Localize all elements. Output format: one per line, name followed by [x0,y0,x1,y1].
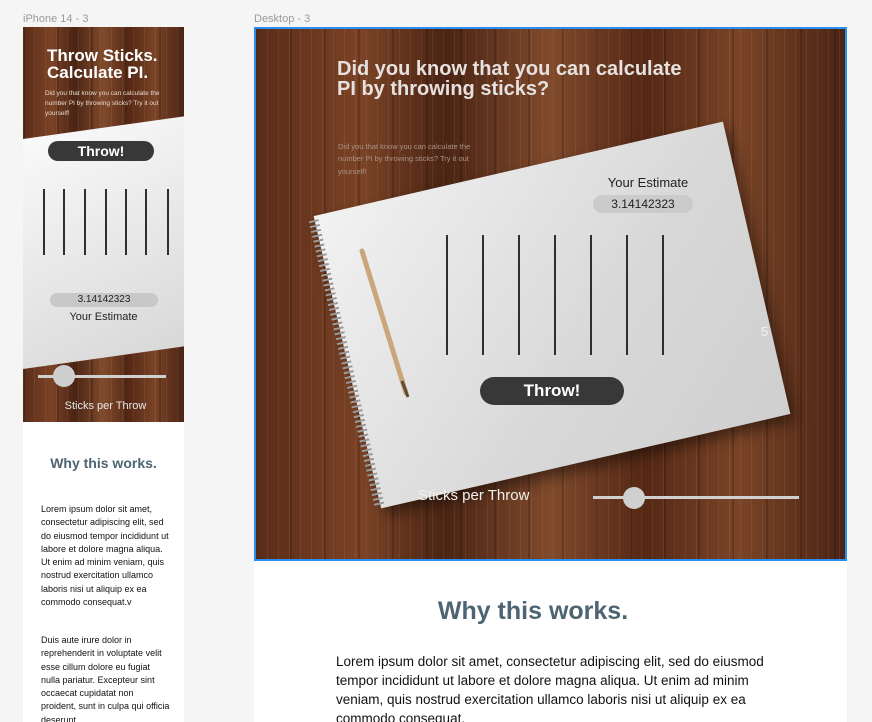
stick [145,189,147,255]
sticks-count: 5 [761,324,769,339]
desktop-frame: Did you know that you can calculate PI b… [254,27,847,722]
desktop-subtitle: Did you that know you can calculate the … [338,142,471,176]
desktop-title: Did you know that you can calculate PI b… [337,58,682,100]
phone-hero: Throw Sticks. Calculate PI. Did you that… [23,27,184,422]
stick [626,235,628,355]
phone-slider-knob[interactable] [53,365,75,387]
stick [554,235,556,355]
desktop-estimate-label: Your Estimate [607,175,689,190]
stick [125,189,127,255]
pencil-icon [359,248,410,398]
desktop-slider-label: Sticks per Throw [418,487,530,504]
stick [167,189,169,255]
stick [63,189,65,255]
stick [105,189,107,255]
phone-frame: Throw Sticks. Calculate PI. Did you that… [23,27,184,722]
phone-paragraph-2: Duis aute irure dolor in reprehenderit i… [41,635,170,722]
phone-frame-label: iPhone 14 - 3 [23,13,89,25]
phone-subtitle: Did you that know you can calculate the … [45,90,160,117]
stick [446,235,448,355]
stick [518,235,520,355]
desktop-throw-button[interactable]: Throw! [480,377,624,405]
phone-estimate-value: 3.14142323 [50,293,158,307]
desktop-estimate-value: 3.14142323 [593,195,693,213]
stick [662,235,664,355]
desktop-frame-label: Desktop - 3 [254,13,311,25]
stick [84,189,86,255]
desktop-hero: Did you know that you can calculate PI b… [254,27,847,561]
stick [590,235,592,355]
phone-why-title: Why this works. [50,455,157,471]
phone-estimate-label: Your Estimate [69,311,138,323]
phone-throw-button[interactable]: Throw! [48,141,154,161]
phone-title: Throw Sticks. Calculate PI. [47,46,158,82]
stick [482,235,484,355]
phone-slider-label: Sticks per Throw [64,400,147,412]
desktop-slider-knob[interactable] [623,487,645,509]
stick [43,189,45,255]
desktop-paragraph-1: Lorem ipsum dolor sit amet, consectetur … [336,654,764,722]
desktop-why-title: Why this works. [437,597,629,625]
phone-paragraph-1: Lorem ipsum dolor sit amet, consectetur … [41,504,169,608]
